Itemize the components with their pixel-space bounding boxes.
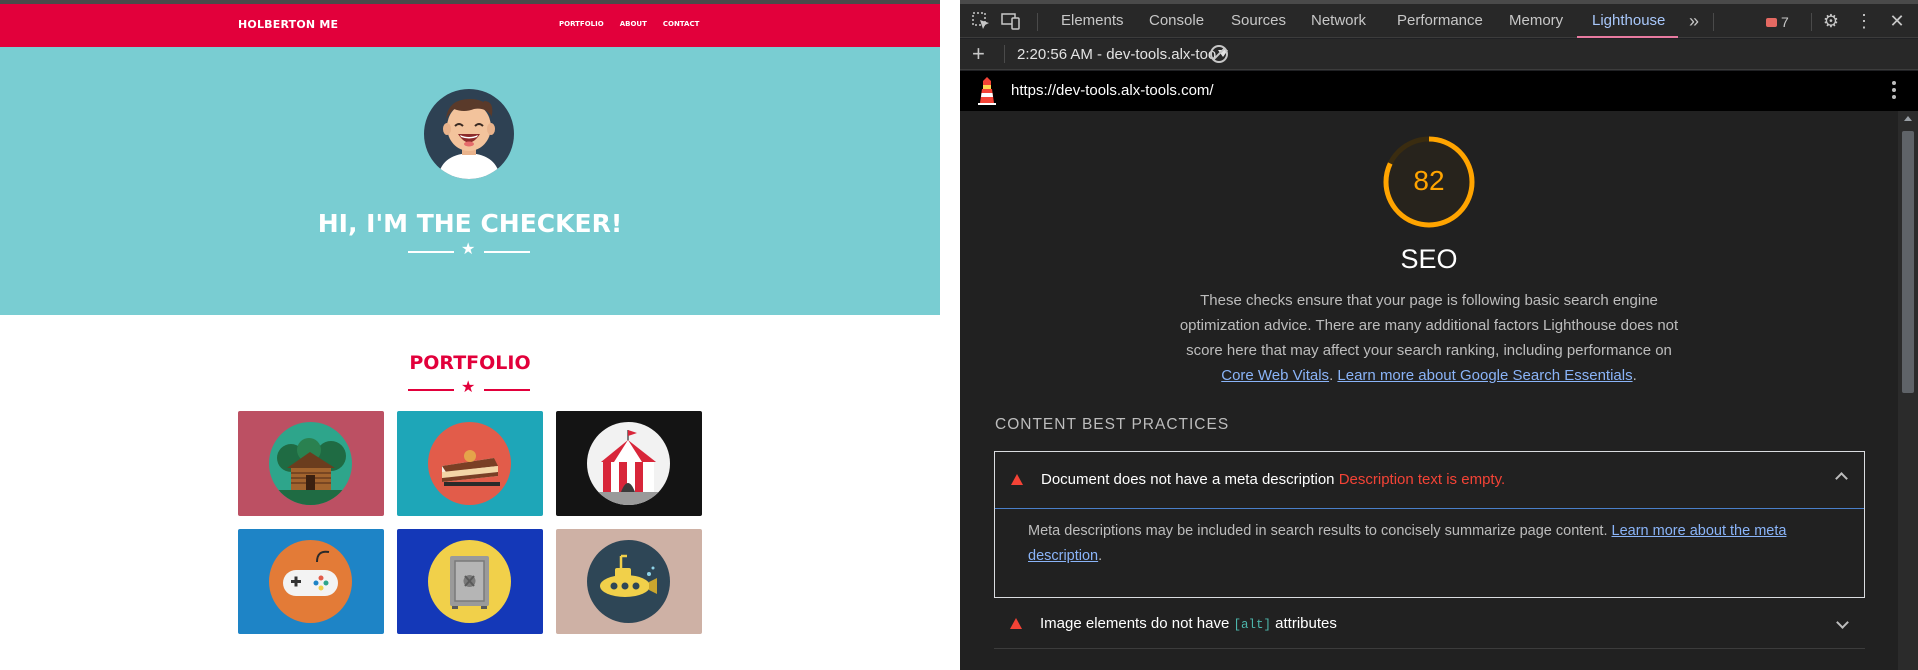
portfolio-grid bbox=[238, 411, 702, 634]
site-brand[interactable]: HOLBERTON ME bbox=[238, 18, 338, 31]
report-url[interactable]: https://dev-tools.alx-tools.com/ bbox=[1011, 82, 1214, 99]
star-icon: ★ bbox=[461, 241, 476, 258]
description-punct: . bbox=[1329, 367, 1334, 384]
tab-lighthouse[interactable]: Lighthouse bbox=[1592, 12, 1665, 29]
settings-gear-icon[interactable]: ⚙ bbox=[1821, 11, 1841, 31]
report-select[interactable]: 2:20:56 AM - dev-tools.alx-too bbox=[1017, 46, 1229, 63]
avatar-illustration bbox=[438, 99, 500, 179]
screen: HOLBERTON ME PORTFOLIO ABOUT CONTACT HI,… bbox=[0, 0, 1918, 670]
report-menu-icon[interactable] bbox=[1892, 81, 1896, 102]
cabin-icon bbox=[269, 422, 352, 505]
category-title: SEO bbox=[1400, 244, 1458, 274]
audit-title-text: attributes bbox=[1275, 615, 1337, 632]
report-url-bar: https://dev-tools.alx-tools.com/ bbox=[960, 71, 1918, 111]
cake-icon bbox=[428, 422, 511, 505]
toolbar-separator bbox=[1037, 13, 1038, 31]
tab-console[interactable]: Console bbox=[1149, 12, 1204, 29]
audit-title: Image elements do not have [alt] attribu… bbox=[1040, 615, 1337, 632]
section-title: CONTENT BEST PRACTICES bbox=[995, 416, 1230, 433]
fail-triangle-icon bbox=[1011, 474, 1023, 485]
category-description: These checks ensure that your page is fo… bbox=[1172, 288, 1686, 388]
audit-title: Document does not have a meta descriptio… bbox=[1041, 471, 1505, 488]
core-web-vitals-link[interactable]: Core Web Vitals bbox=[1221, 367, 1329, 384]
tab-elements[interactable]: Elements bbox=[1061, 12, 1124, 29]
audit-body-punct: . bbox=[1098, 548, 1103, 564]
game-controller-icon bbox=[269, 540, 352, 623]
avatar bbox=[424, 89, 514, 179]
issues-count: 7 bbox=[1781, 14, 1789, 30]
circus-tent-icon bbox=[587, 422, 670, 505]
site-nav-links: PORTFOLIO ABOUT CONTACT bbox=[559, 20, 699, 28]
report-scrollbar[interactable] bbox=[1898, 111, 1918, 670]
scroll-up-arrow-icon[interactable] bbox=[1904, 116, 1912, 121]
tab-sources[interactable]: Sources bbox=[1231, 12, 1286, 29]
issues-counter[interactable]: 7 bbox=[1766, 14, 1789, 30]
new-report-plus-icon[interactable]: + bbox=[972, 42, 985, 66]
scrollbar-thumb[interactable] bbox=[1902, 131, 1914, 393]
hero-title: HI, I'M THE CHECKER! bbox=[317, 209, 623, 238]
active-tab-indicator bbox=[1577, 36, 1678, 38]
portfolio-tile-circus[interactable] bbox=[556, 411, 702, 516]
lighthouse-toolbar: + 2:20:56 AM - dev-tools.alx-too bbox=[960, 39, 1918, 70]
portfolio-tile-submarine[interactable] bbox=[556, 529, 702, 634]
hero-star-divider: ★ bbox=[408, 241, 530, 259]
description-text: These checks ensure that your page is fo… bbox=[1179, 292, 1679, 359]
chevron-down-icon[interactable] bbox=[1836, 616, 1849, 629]
nav-link-about[interactable]: ABOUT bbox=[620, 20, 647, 28]
tab-performance[interactable]: Performance bbox=[1397, 12, 1483, 29]
device-toolbar-icon[interactable] bbox=[1001, 11, 1021, 31]
submarine-icon bbox=[587, 540, 670, 623]
audit-meta-description: Document does not have a meta descriptio… bbox=[994, 451, 1865, 598]
star-icon: ★ bbox=[461, 379, 476, 396]
search-essentials-link[interactable]: Learn more about Google Search Essential… bbox=[1337, 367, 1632, 384]
more-options-icon[interactable]: ⋮ bbox=[1854, 11, 1874, 31]
close-icon[interactable]: ✕ bbox=[1887, 11, 1907, 31]
nav-link-portfolio[interactable]: PORTFOLIO bbox=[559, 20, 604, 28]
website-viewport: HOLBERTON ME PORTFOLIO ABOUT CONTACT HI,… bbox=[0, 0, 940, 670]
audit-title-text: Document does not have a meta descriptio… bbox=[1041, 471, 1335, 488]
portfolio-title: PORTFOLIO bbox=[409, 352, 531, 374]
devtools-panel: Elements Console Sources Network Perform… bbox=[960, 0, 1918, 670]
portfolio-tile-safe[interactable] bbox=[397, 529, 543, 634]
devtools-tab-bar: Elements Console Sources Network Perform… bbox=[960, 4, 1918, 38]
lighthouse-report: 82 SEO These checks ensure that your pag… bbox=[960, 111, 1898, 670]
lighthouse-logo-icon bbox=[978, 77, 996, 105]
more-tabs-chevron-icon[interactable]: » bbox=[1684, 11, 1704, 31]
safe-icon bbox=[428, 540, 511, 623]
toolbar-separator bbox=[1713, 13, 1714, 31]
fail-triangle-icon bbox=[1010, 618, 1022, 629]
audit-body: Meta descriptions may be included in sea… bbox=[1028, 519, 1828, 569]
portfolio-tile-cabin[interactable] bbox=[238, 411, 384, 516]
hero-section: HI, I'M THE CHECKER! ★ bbox=[0, 47, 940, 315]
audit-image-alt[interactable]: Image elements do not have [alt] attribu… bbox=[994, 599, 1865, 649]
portfolio-tile-cake[interactable] bbox=[397, 411, 543, 516]
nav-link-contact[interactable]: CONTACT bbox=[663, 20, 700, 28]
toolbar-separator bbox=[1004, 45, 1005, 63]
inspect-element-icon[interactable] bbox=[971, 11, 991, 31]
audit-header[interactable]: Document does not have a meta descriptio… bbox=[995, 452, 1864, 509]
audit-code-text: [alt] bbox=[1233, 618, 1271, 632]
clear-reports-icon[interactable] bbox=[1210, 45, 1228, 63]
tab-memory[interactable]: Memory bbox=[1509, 12, 1563, 29]
chevron-up-icon[interactable] bbox=[1835, 472, 1848, 485]
issues-icon bbox=[1766, 18, 1777, 27]
audit-title-text: Image elements do not have bbox=[1040, 615, 1230, 632]
site-navbar: HOLBERTON ME PORTFOLIO ABOUT CONTACT bbox=[0, 4, 940, 47]
toolbar-separator bbox=[1811, 13, 1812, 31]
audit-body-text: Meta descriptions may be included in sea… bbox=[1028, 523, 1608, 539]
tab-network[interactable]: Network bbox=[1311, 12, 1366, 29]
description-punct: . bbox=[1632, 367, 1637, 384]
audit-error-text: Description text is empty. bbox=[1338, 471, 1506, 488]
score-value: 82 bbox=[1413, 165, 1445, 196]
portfolio-tile-controller[interactable] bbox=[238, 529, 384, 634]
portfolio-star-divider: ★ bbox=[408, 379, 530, 397]
report-select-value: 2:20:56 AM - dev-tools.alx-too bbox=[1017, 46, 1217, 63]
